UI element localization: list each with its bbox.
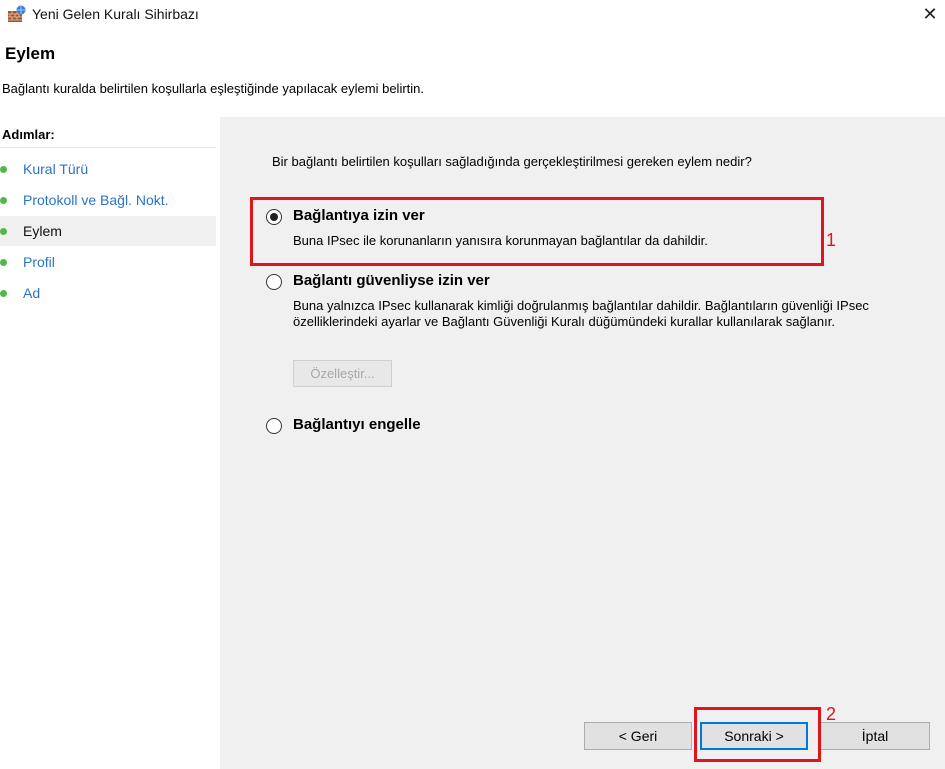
back-button[interactable]: < Geri (584, 722, 692, 750)
option-label[interactable]: Bağlantı güvenliyse izin ver (293, 272, 490, 289)
step-label: Protokoll ve Bağl. Nokt. (23, 192, 169, 208)
page-title: Eylem (5, 44, 56, 63)
step-action[interactable]: Eylem (0, 216, 216, 246)
step-name[interactable]: Ad (0, 278, 216, 308)
step-bullet-icon (0, 290, 7, 297)
step-label: Eylem (23, 223, 62, 239)
step-bullet-icon (0, 228, 7, 235)
title-bar: Yeni Gelen Kuralı Sihirbazı ✕ (0, 0, 945, 30)
radio-block-connection[interactable] (266, 418, 282, 434)
step-bullet-icon (0, 197, 7, 204)
close-icon: ✕ (922, 4, 938, 24)
customize-button: Özelleştir... (293, 360, 392, 387)
step-label: Ad (23, 285, 41, 301)
firewall-icon (8, 5, 26, 22)
step-bullet-icon (0, 259, 7, 266)
close-button[interactable]: ✕ (915, 0, 945, 30)
steps-title: Adımlar: (2, 127, 55, 142)
step-bullet-icon (0, 166, 7, 173)
steps-pane: Adımlar: Kural Türü Protokoll ve Bağl. N… (0, 117, 220, 769)
step-rule-type[interactable]: Kural Türü (0, 154, 216, 184)
option-label[interactable]: Bağlantıyı engelle (293, 416, 421, 433)
option-description: Buna yalnızca IPsec kullanarak kimliği d… (293, 298, 869, 329)
annotation-box-1 (250, 197, 824, 266)
annotation-marker-2: 2 (826, 704, 837, 724)
cancel-button[interactable]: İptal (820, 722, 930, 750)
annotation-marker-1: 1 (826, 230, 837, 250)
page-description: Bağlantı kuralda belirtilen koşullarla e… (2, 81, 424, 96)
annotation-box-2 (694, 707, 821, 762)
window-title: Yeni Gelen Kuralı Sihirbazı (32, 6, 199, 22)
steps-divider (0, 147, 216, 148)
action-question: Bir bağlantı belirtilen koşulları sağlad… (272, 154, 752, 169)
step-profile[interactable]: Profil (0, 247, 216, 277)
step-label: Kural Türü (23, 161, 89, 177)
radio-allow-if-secure[interactable] (266, 274, 282, 290)
step-protocol-ports[interactable]: Protokoll ve Bağl. Nokt. (0, 185, 216, 215)
wizard-header: Eylem Bağlantı kuralda belirtilen koşull… (0, 30, 945, 115)
step-label: Profil (23, 254, 55, 270)
